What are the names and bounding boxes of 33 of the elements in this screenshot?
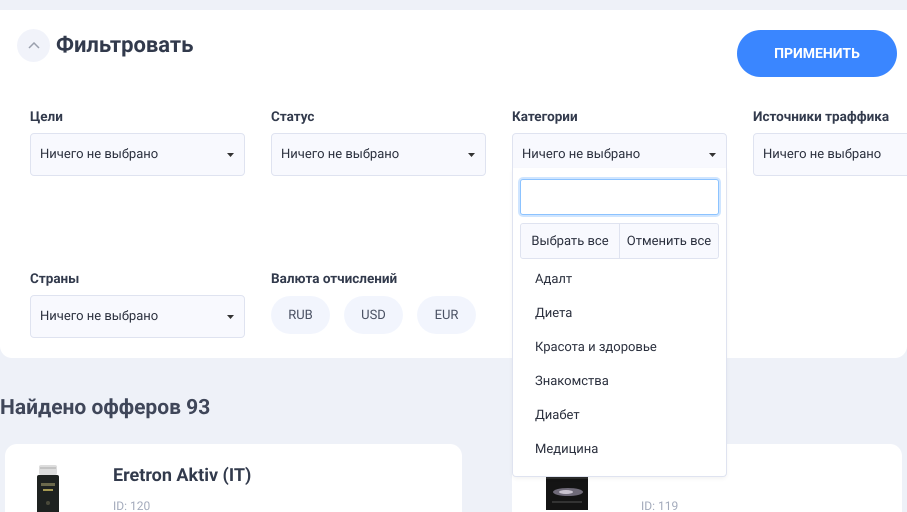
offer-card[interactable]: Eretron Aktiv (IT) ID: 120 [5,444,462,512]
select-field[interactable]: Ничего не выбрано [753,133,907,176]
search-field[interactable] [520,179,719,215]
caret-icon [709,152,716,156]
currency-toggle[interactable]: USD [344,296,403,334]
field-label: Источники траффика [753,109,890,125]
results-heading: Найдено офферов 93 [0,396,210,420]
dropdown-item[interactable]: Знакомства [520,365,719,399]
field-label: Статус [271,109,316,125]
offer-title[interactable]: Eretron Aktiv (IT) [113,465,252,487]
field-label: Страны [30,271,80,287]
select-all-button[interactable]: Выбрать все [521,224,619,258]
dropdown-item[interactable]: Адалт [520,263,719,297]
field-label: Категории [512,109,579,125]
select-field[interactable]: Ничего не выбрано [271,133,486,176]
dropdown-item[interactable]: Диета [520,297,719,331]
currency-toggle[interactable]: RUB [271,296,330,334]
offer-id: ID: 119 [641,499,678,512]
select-field[interactable]: Ничего не выбрано [30,133,245,176]
caret-icon [227,152,234,156]
caret-icon [468,152,475,156]
deselect-all-button[interactable]: Отменить все [619,224,718,258]
offer-id: ID: 120 [113,499,152,512]
select-field[interactable]: Ничего не выбрано [30,295,245,338]
chevron-up-icon [28,42,40,49]
dropdown-item[interactable]: Красота и здоровье [520,331,719,365]
dropdown-item[interactable]: Диабет [520,399,719,433]
field-label: Цели [30,109,64,125]
caret-icon [227,314,234,318]
collapse-button[interactable] [17,29,50,62]
filter-title: Фильтровать [56,33,194,58]
field-label: Валюта отчислений [271,271,398,287]
currency-toggle[interactable]: EUR [417,296,476,334]
